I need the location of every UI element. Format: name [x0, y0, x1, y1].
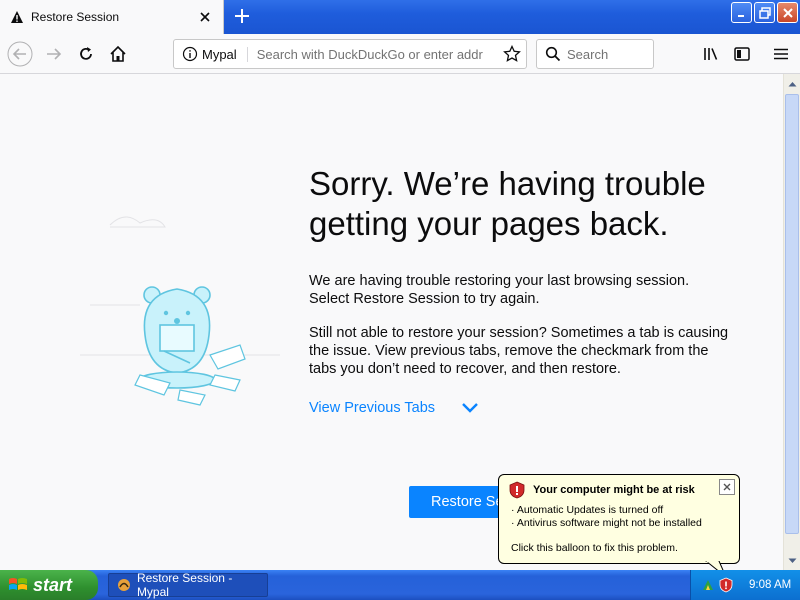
chevron-down-icon[interactable]	[461, 402, 479, 414]
search-icon	[545, 46, 561, 62]
page-title-line1: Sorry. We’re having trouble	[309, 165, 706, 202]
tab-restore-session[interactable]: Restore Session	[0, 0, 224, 34]
hamburger-menu-icon	[774, 48, 788, 60]
restore-description: We are having trouble restoring your las…	[309, 272, 749, 308]
restore-description-line2: Select Restore Session to try again.	[309, 291, 540, 307]
security-alert-icon[interactable]	[719, 577, 733, 593]
reload-button[interactable]	[72, 40, 100, 68]
url-input[interactable]: Search with DuckDuckGo or enter addr	[257, 47, 498, 62]
start-button[interactable]: start	[0, 570, 98, 600]
taskbar-item-mypal[interactable]: Restore Session - Mypal	[108, 571, 268, 599]
start-label: start	[33, 574, 73, 595]
plus-icon	[235, 9, 249, 23]
vertical-scrollbar[interactable]	[783, 74, 800, 570]
new-tab-button[interactable]	[230, 4, 254, 28]
security-balloon[interactable]: Your computer might be at risk · Automat…	[498, 474, 740, 577]
home-icon	[110, 45, 126, 62]
troubleshoot-description: Still not able to restore your session? …	[309, 324, 749, 378]
minimize-icon	[737, 14, 744, 17]
warning-icon	[11, 11, 23, 23]
back-button[interactable]	[6, 40, 34, 68]
maximize-button[interactable]	[754, 2, 775, 23]
library-icon	[704, 48, 718, 60]
caret-down-icon	[788, 558, 796, 563]
menu-button[interactable]	[767, 40, 795, 68]
balloon-line-updates: · Automatic Updates is turned off	[511, 504, 664, 516]
minimize-button[interactable]	[731, 2, 752, 23]
search-input[interactable]: Search	[567, 47, 608, 62]
page-title-line2: getting your pages back.	[309, 205, 669, 242]
home-button[interactable]	[104, 40, 132, 68]
view-previous-tabs-label: View Previous Tabs	[309, 400, 436, 416]
network-icon[interactable]	[701, 578, 715, 592]
info-icon[interactable]	[182, 46, 198, 62]
balloon-title: Your computer might be at risk	[533, 484, 695, 496]
clock[interactable]: 9:08 AM	[749, 579, 791, 591]
sidebar-button[interactable]	[728, 40, 756, 68]
scroll-thumb[interactable]	[785, 94, 799, 534]
balloon-close-button[interactable]	[719, 479, 735, 495]
search-bar[interactable]: Search	[536, 39, 654, 69]
taskbar-item-label: Restore Session - Mypal	[136, 571, 233, 599]
close-window-button[interactable]	[777, 2, 798, 23]
caret-up-icon	[788, 81, 796, 86]
url-bar[interactable]: Mypal Search with DuckDuckGo or enter ad…	[173, 39, 527, 69]
site-identity-label[interactable]: Mypal	[202, 46, 248, 62]
taskbar: start Restore Session - Mypal 9:08 AM	[0, 570, 800, 600]
close-icon	[723, 483, 731, 491]
page-title: Sorry. We’re having trouble getting your…	[309, 164, 749, 244]
restore-window-icon	[758, 6, 771, 19]
window-controls	[731, 2, 798, 23]
tab-close-icon[interactable]	[193, 5, 217, 29]
bear-illustration	[80, 216, 280, 406]
mypal-app-icon	[117, 579, 130, 591]
sidebar-icon	[734, 47, 750, 61]
back-arrow-icon	[7, 41, 33, 67]
scroll-down-button[interactable]	[784, 552, 800, 569]
restore-description-line1: We are having trouble restoring your las…	[309, 273, 690, 289]
troubleshoot-line3: tabs you don’t need to recover, and then…	[309, 361, 621, 377]
shield-icon	[509, 481, 525, 499]
title-bar: Restore Session	[0, 0, 800, 34]
bookmark-star-icon[interactable]	[498, 40, 526, 68]
scroll-up-button[interactable]	[784, 75, 800, 92]
balloon-line-antivirus: · Antivirus software might not be instal…	[511, 517, 702, 529]
tab-title: Restore Session	[31, 10, 120, 24]
view-previous-tabs-link[interactable]: View Previous Tabs	[309, 400, 479, 416]
forward-button[interactable]	[40, 40, 68, 68]
library-button[interactable]	[697, 40, 725, 68]
troubleshoot-line1: Still not able to restore your session? …	[309, 325, 729, 341]
reload-icon	[80, 47, 92, 60]
navigation-toolbar: Mypal Search with DuckDuckGo or enter ad…	[0, 34, 800, 74]
troubleshoot-line2: the issue. View previous tabs, remove th…	[309, 343, 709, 359]
balloon-header: Your computer might be at risk	[509, 481, 695, 499]
system-tray: 9:08 AM	[690, 570, 800, 600]
forward-arrow-icon	[47, 48, 62, 60]
close-icon	[782, 7, 793, 18]
windows-flag-icon	[9, 578, 27, 590]
balloon-line-fix: Click this balloon to fix this problem.	[511, 542, 678, 554]
